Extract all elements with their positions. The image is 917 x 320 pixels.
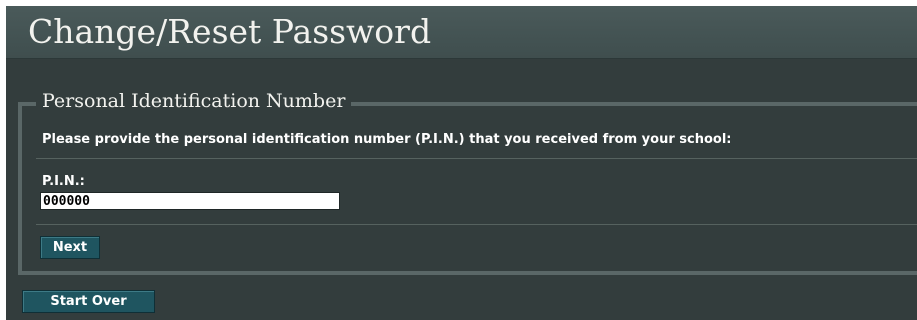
divider-top bbox=[36, 158, 917, 159]
divider-bottom bbox=[36, 224, 917, 225]
next-button[interactable]: Next bbox=[40, 236, 100, 259]
page: Change/Reset Password Personal Identific… bbox=[0, 0, 917, 320]
start-over-button[interactable]: Start Over bbox=[22, 290, 155, 313]
page-title: Change/Reset Password bbox=[28, 12, 432, 51]
pin-fieldset bbox=[18, 102, 917, 275]
page-header: Change/Reset Password bbox=[6, 6, 917, 59]
content-panel: Personal Identification Number Please pr… bbox=[6, 59, 917, 320]
pin-fieldset-legend: Personal Identification Number bbox=[36, 90, 352, 112]
pin-instruction: Please provide the personal identificati… bbox=[42, 132, 732, 147]
pin-label: P.I.N.: bbox=[42, 174, 85, 189]
pin-input[interactable] bbox=[40, 192, 340, 210]
